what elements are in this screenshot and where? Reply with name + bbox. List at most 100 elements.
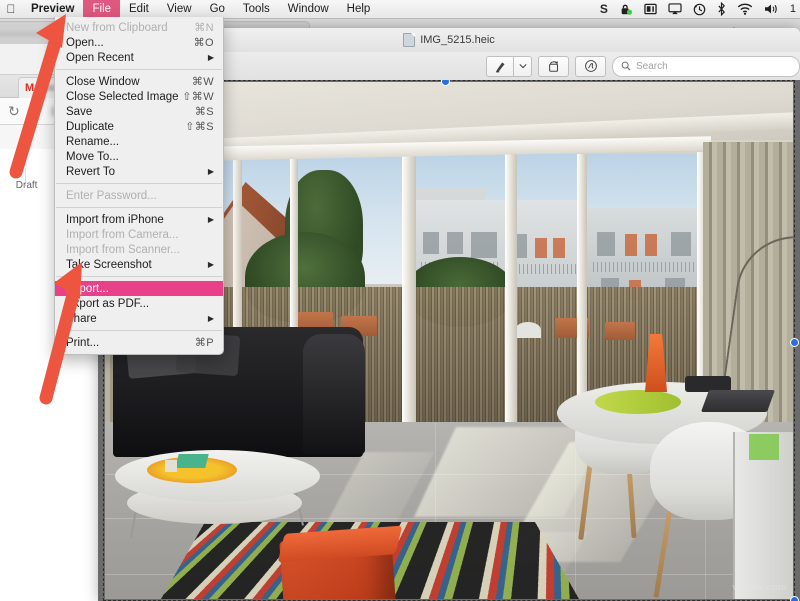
menu-separator xyxy=(56,69,222,70)
tab-title-blur xyxy=(0,30,59,37)
table-object xyxy=(175,454,209,468)
menu-separator xyxy=(56,276,222,277)
markup-pen-button[interactable] xyxy=(486,55,514,77)
sofa-arm xyxy=(303,334,365,454)
menu-item-label: Rename... xyxy=(66,135,120,148)
menu-item-enter-password: Enter Password... xyxy=(55,188,223,203)
rotate-button[interactable] xyxy=(538,55,569,77)
menu-item-shortcut: ⇧⌘S xyxy=(185,121,214,133)
search-icon xyxy=(621,61,631,71)
display-icon[interactable] xyxy=(644,0,657,18)
submenu-arrow-icon: ▶ xyxy=(207,260,214,269)
apple-logo-icon[interactable]:  xyxy=(0,2,22,16)
menu-item-label: Take Screenshot xyxy=(66,258,152,271)
menu-item-rename[interactable]: Rename... xyxy=(55,134,223,149)
window-mullion xyxy=(505,154,517,440)
submenu-arrow-icon: ▶ xyxy=(207,215,214,224)
terrace-dome xyxy=(515,322,541,338)
menu-item-export[interactable]: Export... xyxy=(55,281,223,296)
menu-item-label: Import from Camera... xyxy=(66,228,179,241)
search-input[interactable]: Search xyxy=(612,55,800,77)
green-box xyxy=(749,434,779,460)
menu-separator xyxy=(56,183,222,184)
menu-bar-status-area: S 1 xyxy=(600,0,800,18)
building-window xyxy=(447,232,463,254)
balcony-railing xyxy=(515,264,577,274)
time-machine-icon[interactable] xyxy=(693,0,706,18)
building-shutter xyxy=(535,238,547,258)
watermark: wsxdn.com xyxy=(732,581,787,593)
menu-item-open-recent[interactable]: Open Recent ▶ xyxy=(55,50,223,65)
file-menu-dropdown: New from Clipboard ⌘N Open... ⌘O Open Re… xyxy=(54,17,224,355)
menu-item-share[interactable]: Share ▶ xyxy=(55,311,223,326)
menu-item-revert-to[interactable]: Revert To ▶ xyxy=(55,164,223,179)
table-object xyxy=(165,460,177,472)
menu-item-save[interactable]: Save ⌘S xyxy=(55,104,223,119)
building-window xyxy=(671,232,691,256)
menu-item-export-as-pdf[interactable]: Export as PDF... xyxy=(55,296,223,311)
menu-separator xyxy=(56,330,222,331)
menu-item-open[interactable]: Open... ⌘O xyxy=(55,35,223,50)
search-placeholder: Search xyxy=(636,60,668,72)
lock-icon: 🔒 xyxy=(28,105,43,118)
menu-item-move-to[interactable]: Move To... xyxy=(55,149,223,164)
building-window xyxy=(597,232,615,256)
gmail-favicon-icon: M xyxy=(25,81,34,94)
menu-go[interactable]: Go xyxy=(201,0,234,18)
menu-item-label: Print... xyxy=(66,336,100,349)
skype-icon[interactable]: S xyxy=(600,0,608,18)
submenu-arrow-icon: ▶ xyxy=(207,314,214,323)
menubar-clock[interactable]: 1 xyxy=(790,0,796,18)
menu-item-shortcut: ⌘O xyxy=(193,37,214,49)
building-window xyxy=(423,232,439,254)
building-window xyxy=(471,232,497,258)
menu-item-take-screenshot[interactable]: Take Screenshot ▶ xyxy=(55,257,223,272)
menu-item-label: Close Selected Image xyxy=(66,90,179,103)
menu-item-import-from-iphone[interactable]: Import from iPhone ▶ xyxy=(55,212,223,227)
menu-edit[interactable]: Edit xyxy=(120,0,158,18)
selection-handle-bottom-right[interactable] xyxy=(790,596,799,601)
menu-file[interactable]: File xyxy=(83,0,121,18)
window-mullion xyxy=(402,152,416,440)
wifi-icon[interactable] xyxy=(737,0,753,18)
menu-item-label: Save xyxy=(66,105,93,118)
markup-tool-group xyxy=(486,55,532,77)
reload-icon[interactable]: ↻ xyxy=(8,104,20,118)
menu-item-label: New from Clipboard xyxy=(66,21,168,34)
menu-item-label: Close Window xyxy=(66,75,140,88)
signature-icon xyxy=(584,60,597,72)
menu-item-duplicate[interactable]: Duplicate ⇧⌘S xyxy=(55,119,223,134)
menu-item-close-window[interactable]: Close Window ⌘W xyxy=(55,74,223,89)
menu-item-close-selected-image[interactable]: Close Selected Image ⇧⌘W xyxy=(55,89,223,104)
building-shutter xyxy=(553,238,565,258)
bluetooth-icon[interactable] xyxy=(717,0,726,18)
menu-item-label: Import from iPhone xyxy=(66,213,164,226)
document-icon xyxy=(403,33,416,47)
selection-handle-right[interactable] xyxy=(790,338,799,347)
menu-item-shortcut: ⌘S xyxy=(194,106,214,118)
chevron-down-icon xyxy=(518,64,527,69)
menu-item-label: Open... xyxy=(66,36,104,49)
menu-item-label: Enter Password... xyxy=(66,189,157,202)
gmail-tab-drafts[interactable]: Draft xyxy=(16,180,38,191)
menu-tools[interactable]: Tools xyxy=(234,0,279,18)
menu-preview[interactable]: Preview xyxy=(22,0,83,18)
planter xyxy=(605,322,635,340)
sign-button[interactable] xyxy=(575,55,606,77)
submenu-arrow-icon: ▶ xyxy=(207,167,214,176)
airplay-icon[interactable] xyxy=(668,0,682,18)
page-title: IMG_5215.heic xyxy=(420,34,495,46)
menu-item-shortcut: ⌘W xyxy=(191,76,214,88)
laptop xyxy=(700,390,776,412)
markup-dropdown-button[interactable] xyxy=(514,55,532,77)
menu-help[interactable]: Help xyxy=(338,0,380,18)
password-lock-icon[interactable] xyxy=(619,0,633,18)
menu-item-import-from-scanner: Import from Scanner... xyxy=(55,242,223,257)
menu-view[interactable]: View xyxy=(158,0,201,18)
menu-item-label: Revert To xyxy=(66,165,116,178)
menu-item-print[interactable]: Print... ⌘P xyxy=(55,335,223,350)
menu-item-label: Export... xyxy=(66,282,109,295)
menu-window[interactable]: Window xyxy=(279,0,338,18)
volume-icon[interactable] xyxy=(764,0,779,18)
menu-item-shortcut: ⌘P xyxy=(194,337,214,349)
